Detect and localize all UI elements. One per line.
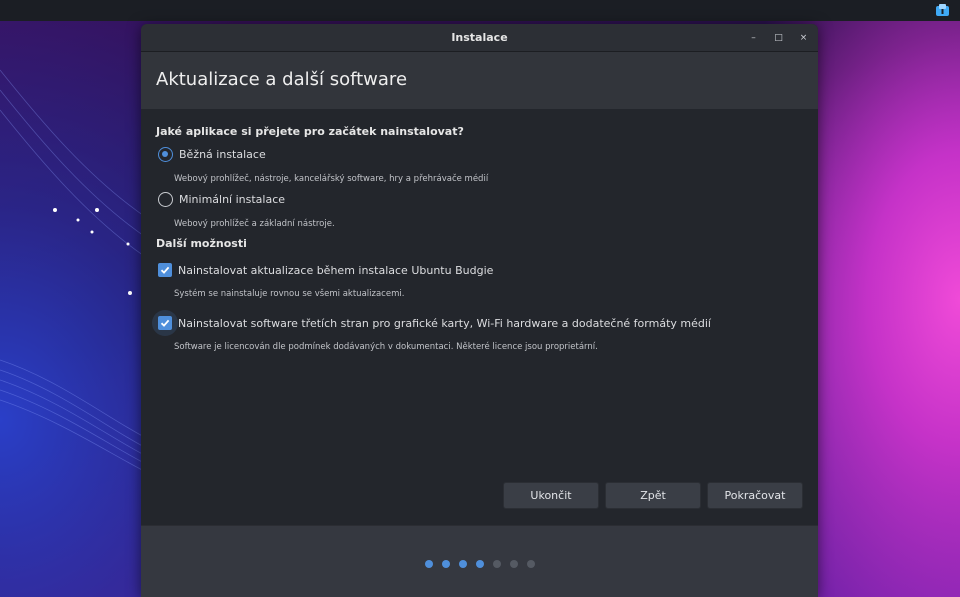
maximize-icon[interactable]: □: [770, 30, 787, 47]
wallpaper-wave-decoration: [0, 60, 150, 490]
progress-dot: [492, 560, 501, 568]
checkbox-third-party-software-label[interactable]: Nainstalovat software třetích stran pro …: [178, 317, 711, 330]
page-header: Aktualizace a další software: [141, 52, 818, 109]
minimize-icon[interactable]: –: [745, 30, 762, 47]
quit-button[interactable]: Ukončit: [503, 482, 599, 509]
radio-unselected-icon[interactable]: [158, 192, 173, 207]
installer-tray-icon[interactable]: [935, 3, 950, 18]
checkbox-install-updates[interactable]: Nainstalovat aktualizace během instalace…: [158, 263, 493, 277]
radio-normal-install[interactable]: Běžná instalace: [158, 147, 266, 162]
radio-normal-install-label[interactable]: Běžná instalace: [179, 148, 266, 161]
progress-dot: [475, 560, 484, 568]
continue-button[interactable]: Pokračovat: [707, 482, 803, 509]
progress-dot: [458, 560, 467, 568]
progress-dot: [424, 560, 433, 568]
checkbox-install-updates-label[interactable]: Nainstalovat aktualizace během instalace…: [178, 264, 493, 277]
page-content: Jaké aplikace si přejete pro začátek nai…: [141, 109, 818, 525]
progress-dot: [526, 560, 535, 568]
progress-dot: [441, 560, 450, 568]
back-button[interactable]: Zpět: [605, 482, 701, 509]
normal-install-description: Webový prohlížeč, nástroje, kancelářský …: [174, 174, 489, 184]
checkbox-checked-icon[interactable]: [158, 263, 172, 277]
top-panel: [0, 0, 960, 21]
radio-selected-icon[interactable]: [158, 147, 173, 162]
radio-minimal-install-label[interactable]: Minimální instalace: [179, 193, 285, 206]
minimal-install-description: Webový prohlížeč a základní nástroje.: [174, 219, 335, 229]
progress-footer: [141, 525, 818, 597]
other-options-heading: Další možnosti: [156, 237, 247, 250]
page-title: Aktualizace a další software: [156, 69, 408, 90]
action-buttons: Ukončit Zpět Pokračovat: [503, 482, 803, 509]
progress-dot: [509, 560, 518, 568]
install-updates-description: Systém se nainstaluje rovnou se všemi ak…: [174, 289, 405, 299]
window-titlebar[interactable]: Instalace – □ ×: [141, 24, 818, 52]
third-party-software-description: Software je licencován dle podmínek dodá…: [174, 342, 598, 352]
checkbox-third-party-software[interactable]: Nainstalovat software třetích stran pro …: [158, 316, 711, 330]
window-title: Instalace: [451, 31, 508, 44]
installer-window: Instalace – □ × Aktualizace a další soft…: [141, 24, 818, 597]
close-icon[interactable]: ×: [795, 30, 812, 47]
checkbox-checked-icon[interactable]: [158, 316, 172, 330]
install-type-question: Jaké aplikace si přejete pro začátek nai…: [156, 125, 464, 138]
radio-minimal-install[interactable]: Minimální instalace: [158, 192, 285, 207]
progress-dots: [141, 560, 818, 568]
